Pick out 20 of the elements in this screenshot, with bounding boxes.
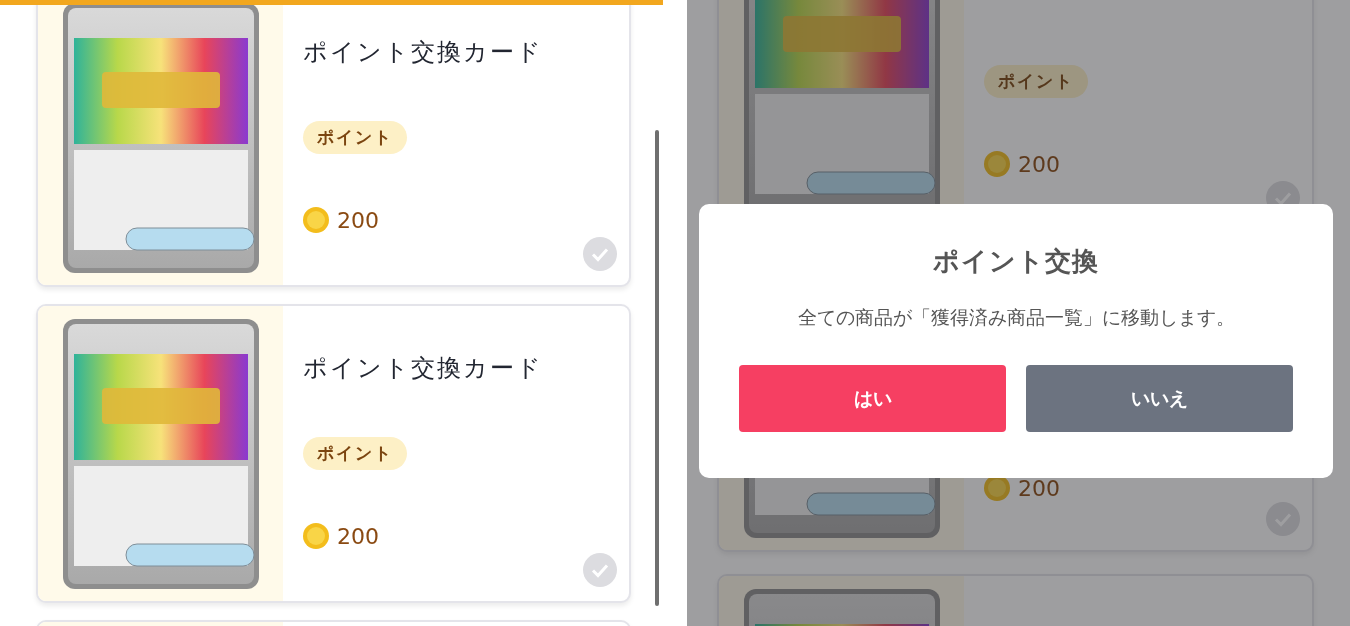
yes-button[interactable]: はい	[739, 365, 1006, 432]
no-button[interactable]: いいえ	[1026, 365, 1293, 432]
coin-icon	[303, 207, 329, 233]
coin-icon	[303, 523, 329, 549]
category-tag: ポイント	[303, 121, 407, 154]
point-price: 200	[1018, 151, 1060, 177]
point-price: 200	[1018, 475, 1060, 501]
dialog-title: ポイント交換	[933, 245, 1099, 278]
scrollbar[interactable]	[655, 130, 659, 606]
category-tag: ポイント	[984, 65, 1088, 98]
category-tag: ポイント	[303, 437, 407, 470]
card-title: ポイント交換カード	[303, 37, 544, 68]
product-card[interactable]: ポイント交換カード ポイント 200	[36, 304, 631, 603]
check-icon[interactable]	[583, 237, 617, 271]
coin-icon	[984, 151, 1010, 177]
dialog-message: 全ての商品が「獲得済み商品一覧」に移動します。	[797, 305, 1235, 330]
point-price: 200	[337, 207, 379, 233]
point-price: 200	[337, 523, 379, 549]
check-icon[interactable]	[583, 553, 617, 587]
card-title: ポイント交換カード	[303, 353, 544, 384]
